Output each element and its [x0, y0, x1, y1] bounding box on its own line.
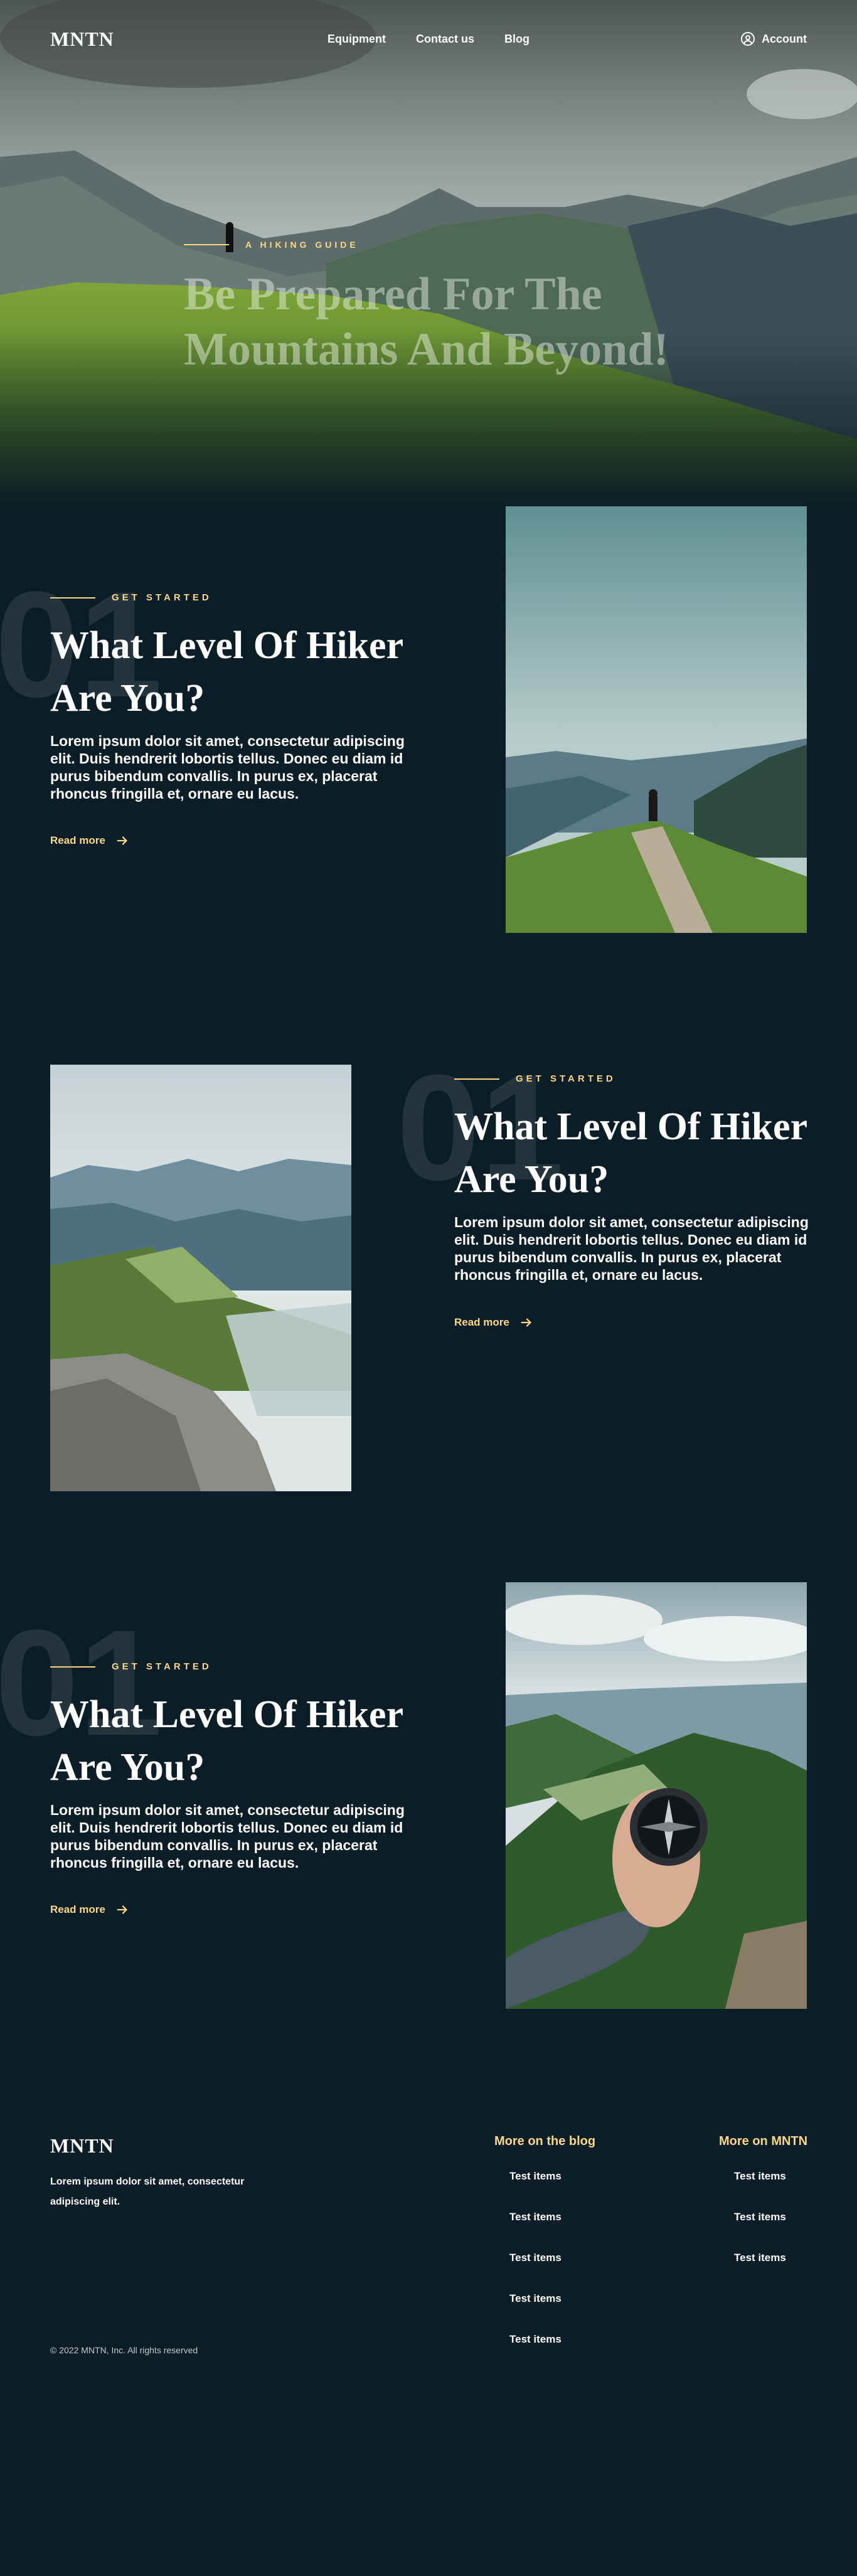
eyebrow-line [454, 1078, 499, 1080]
feature-eyebrow-text: GET STARTED [112, 592, 212, 603]
footer-link[interactable]: Test items [494, 2292, 595, 2305]
account-button[interactable]: Account [740, 31, 807, 46]
feature-eyebrow-text: GET STARTED [516, 1073, 616, 1084]
hero-title: Be Prepared For The Mountains And Beyond… [184, 269, 669, 375]
feature-eyebrow: GET STARTED [454, 1073, 616, 1084]
eyebrow-line [50, 597, 95, 599]
eyebrow-line [50, 1666, 95, 1668]
read-more-link[interactable]: Read more [50, 834, 129, 848]
feature-title: What Level Of Hiker Are You? [454, 1105, 807, 1201]
footer-link-list: Test items Test items Test items Test it… [494, 2170, 595, 2346]
nav-item-blog[interactable]: Blog [504, 33, 530, 46]
footer-col-mntn: More on MNTN Test items Test items Test … [719, 2134, 807, 2292]
eyebrow-line [184, 244, 229, 245]
feature-eyebrow: GET STARTED [50, 592, 212, 603]
footer-link[interactable]: Test items [494, 2252, 595, 2264]
feature-body: Lorem ipsum dolor sit amet, consectetur … [454, 1214, 809, 1283]
nav-menu: Equipment Contact us Blog [327, 33, 530, 46]
user-circle-icon [741, 32, 755, 46]
footer-link[interactable]: Test items [494, 2211, 595, 2223]
feature-title: What Level Of Hiker Are You? [50, 1693, 403, 1789]
footer-col-heading: More on the blog [494, 2134, 596, 2148]
feature-section-3: 01 GET STARTED What Level Of Hiker Are Y… [0, 1582, 857, 2134]
feature-image-mountain-ridge [50, 1065, 351, 1491]
read-more-link[interactable]: Read more [50, 1903, 129, 1917]
feature-image-hiker-trail [506, 506, 807, 933]
feature-body: Lorem ipsum dolor sit amet, consectetur … [50, 1802, 405, 1871]
feature-title: What Level Of Hiker Are You? [50, 624, 403, 720]
footer-link[interactable]: Test items [719, 2170, 807, 2183]
read-more-label: Read more [50, 834, 105, 846]
read-more-link[interactable]: Read more [454, 1316, 533, 1329]
nav-item-contact[interactable]: Contact us [416, 33, 474, 46]
feature-section-2: 01 GET STARTED What Level Of Hiker Are Y… [0, 1027, 857, 1582]
footer-link[interactable]: Test items [719, 2211, 807, 2223]
read-more-label: Read more [50, 1903, 105, 1915]
footer-logo[interactable]: MNTN [50, 2134, 114, 2158]
top-nav: MNTN Equipment Contact us Blog Account [50, 28, 807, 50]
feature-eyebrow-text: GET STARTED [112, 1661, 212, 1672]
account-label: Account [762, 32, 807, 45]
footer-description: Lorem ipsum dolor sit amet, consectetur … [50, 2176, 245, 2207]
arrow-right-icon [117, 1905, 127, 1914]
arrow-right-icon [117, 836, 127, 845]
hero-eyebrow-text: A HIKING GUIDE [245, 240, 359, 250]
footer-link-list: Test items Test items Test items [719, 2170, 807, 2264]
feature-section-1: 01 GET STARTED What Level Of Hiker Are Y… [0, 506, 857, 1027]
site-footer: MNTN Lorem ipsum dolor sit amet, consect… [0, 2134, 857, 2576]
footer-copyright: © 2022 MNTN, Inc. All rights reserved [50, 2345, 198, 2355]
hero-eyebrow: A HIKING GUIDE [184, 240, 359, 250]
read-more-label: Read more [454, 1316, 509, 1328]
feature-image-compass [506, 1582, 807, 2009]
arrow-right-icon [521, 1318, 531, 1327]
footer-link[interactable]: Test items [494, 2170, 595, 2183]
footer-link[interactable]: Test items [494, 2333, 595, 2346]
feature-body: Lorem ipsum dolor sit amet, consectetur … [50, 733, 405, 802]
nav-item-equipment[interactable]: Equipment [327, 33, 386, 46]
footer-col-blog: More on the blog Test items Test items T… [494, 2134, 595, 2374]
footer-link[interactable]: Test items [719, 2252, 807, 2264]
brand-logo[interactable]: MNTN [50, 28, 114, 51]
footer-col-heading: More on MNTN [719, 2134, 808, 2148]
feature-eyebrow: GET STARTED [50, 1661, 212, 1672]
